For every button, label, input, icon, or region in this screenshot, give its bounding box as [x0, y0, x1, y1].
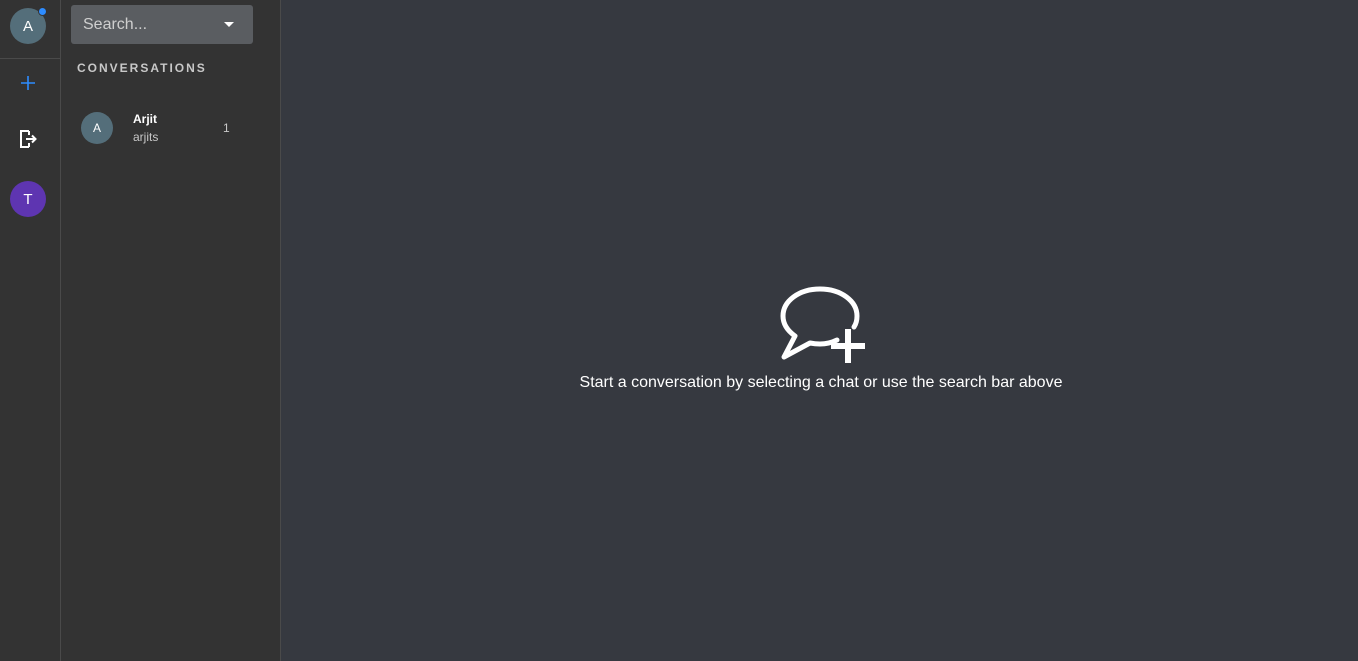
section-title-conversations: CONVERSATIONS: [77, 61, 207, 75]
logout-button[interactable]: [14, 125, 42, 153]
main-area: Start a conversation by selecting a chat…: [281, 0, 1358, 661]
notification-dot: [38, 7, 47, 16]
app-root: A T CONVERSATIONS A: [0, 0, 1358, 661]
search-input[interactable]: [83, 15, 213, 34]
new-conversation-button[interactable]: [14, 69, 42, 97]
conversation-avatar: A: [81, 112, 113, 144]
conversation-item[interactable]: A Arjit arjits 1: [61, 103, 280, 153]
rail-divider: [0, 58, 60, 59]
conversation-avatar-initial: A: [92, 121, 101, 135]
space-avatar-initial: T: [23, 190, 33, 208]
chat-add-icon: [780, 286, 865, 363]
user-avatar-initial: A: [22, 17, 33, 35]
nav-rail: A T: [0, 0, 61, 661]
add-icon: [21, 76, 35, 90]
space-avatar[interactable]: T: [10, 181, 46, 217]
search-bar: [71, 5, 253, 44]
logout-icon: [20, 130, 37, 148]
conversation-name: Arjit: [133, 112, 157, 126]
unread-count: 1: [223, 121, 230, 135]
conversations-panel: CONVERSATIONS A Arjit arjits 1: [61, 0, 281, 661]
empty-state-message: Start a conversation by selecting a chat…: [579, 374, 1063, 391]
search-dropdown-caret-icon[interactable]: [224, 22, 234, 27]
conversation-username: arjits: [133, 130, 159, 144]
